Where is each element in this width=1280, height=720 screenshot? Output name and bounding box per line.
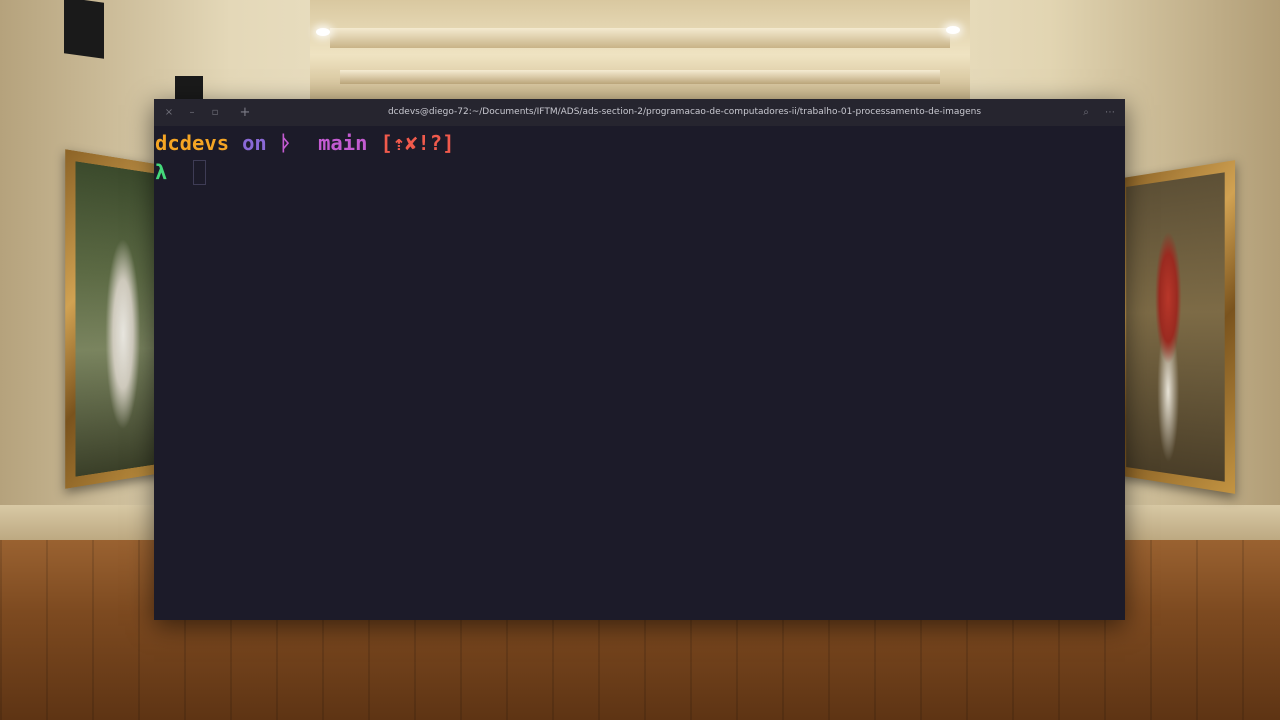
prompt-symbol: λ	[155, 160, 168, 184]
maximize-icon[interactable]: ▫	[206, 104, 224, 122]
git-branch-icon: ᚦ	[279, 131, 293, 155]
input-line[interactable]: λ	[155, 158, 1125, 187]
wallpaper-cornice	[330, 28, 950, 48]
text-cursor	[193, 160, 207, 185]
wallpaper-vent	[64, 0, 104, 59]
close-icon[interactable]: ×	[160, 104, 178, 122]
prompt-line: dcdevs on ᚦ main [⇡✘!?]	[155, 129, 1125, 158]
search-icon[interactable]: ⌕	[1077, 104, 1095, 122]
prompt-on: on	[242, 131, 267, 155]
wallpaper-cornice	[340, 70, 940, 84]
new-tab-icon[interactable]: +	[236, 104, 254, 122]
wallpaper-painting-right	[1117, 160, 1236, 494]
terminal-window: × – ▫ + dcdevs@diego-72:~/Documents/IFTM…	[154, 99, 1125, 620]
wallpaper-painting-left	[65, 149, 168, 489]
wallpaper-spotlight	[946, 26, 960, 34]
menu-icon[interactable]: ⋯	[1101, 104, 1119, 122]
window-title: dcdevs@diego-72:~/Documents/IFTM/ADS/ads…	[387, 107, 982, 117]
wallpaper-spotlight	[316, 28, 330, 36]
wallpaper-vent	[175, 76, 203, 100]
title-bar-actions: ⌕ ⋯	[1072, 99, 1119, 126]
desktop: × – ▫ + dcdevs@diego-72:~/Documents/IFTM…	[0, 0, 1280, 720]
terminal-content[interactable]: dcdevs on ᚦ main [⇡✘!?] λ	[154, 126, 1125, 620]
title-bar: × – ▫ + dcdevs@diego-72:~/Documents/IFTM…	[154, 99, 1125, 126]
prompt-branch: main	[318, 131, 368, 155]
minimize-icon[interactable]: –	[183, 104, 201, 122]
wallpaper-ceiling	[310, 0, 970, 103]
prompt-git-status: [⇡✘!?]	[380, 131, 455, 155]
prompt-user: dcdevs	[155, 131, 230, 155]
